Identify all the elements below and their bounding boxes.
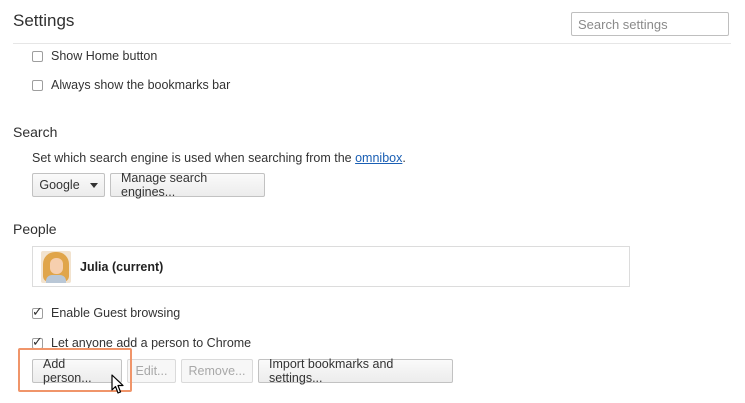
search-engine-selected: Google [39,178,80,192]
show-home-button-label: Show Home button [51,49,158,63]
enable-guest-checkbox[interactable]: ✓ [32,303,43,319]
show-home-button-checkbox[interactable] [32,50,43,62]
edit-person-button[interactable]: Edit... [127,359,176,383]
remove-person-button[interactable]: Remove... [181,359,253,383]
enable-guest-label: Enable Guest browsing [51,306,181,320]
search-description: Set which search engine is used when sea… [32,151,406,165]
header-divider [13,43,731,44]
chevron-down-icon [89,182,98,188]
settings-page: Settings Show Home button Always show th… [0,0,745,403]
page-title: Settings [13,11,75,30]
search-settings-input[interactable] [571,12,729,36]
show-bookmarks-bar-label: Always show the bookmarks bar [51,78,231,92]
show-home-button-row[interactable]: Show Home button [32,49,157,63]
search-description-text: Set which search engine is used when sea… [32,151,356,165]
enable-guest-row[interactable]: ✓ Enable Guest browsing [32,303,181,320]
let-anyone-add-checkbox[interactable]: ✓ [32,333,43,349]
user-photo-icon [41,250,71,283]
show-bookmarks-bar-row[interactable]: Always show the bookmarks bar [32,78,230,92]
people-list[interactable]: Julia (current) [32,246,630,287]
import-bookmarks-button[interactable]: Import bookmarks and settings... [258,357,453,385]
let-anyone-add-label: Let anyone add a person to Chrome [51,336,252,350]
search-section-title: Search [13,124,58,140]
checkmark-icon: ✓ [32,303,43,319]
search-engine-dropdown[interactable]: Google [32,173,105,197]
person-name: Julia (current) [80,259,164,274]
let-anyone-add-row[interactable]: ✓ Let anyone add a person to Chrome [32,333,252,350]
manage-search-engines-button[interactable]: Manage search engines... [110,171,265,199]
add-person-button[interactable]: Add person... [32,357,122,385]
omnibox-link[interactable]: omnibox [355,151,402,165]
show-bookmarks-bar-checkbox[interactable] [32,79,43,91]
search-description-end: . [402,151,406,165]
people-section-title: People [13,221,57,237]
checkmark-icon: ✓ [32,333,43,349]
mouse-cursor-icon [111,374,124,394]
